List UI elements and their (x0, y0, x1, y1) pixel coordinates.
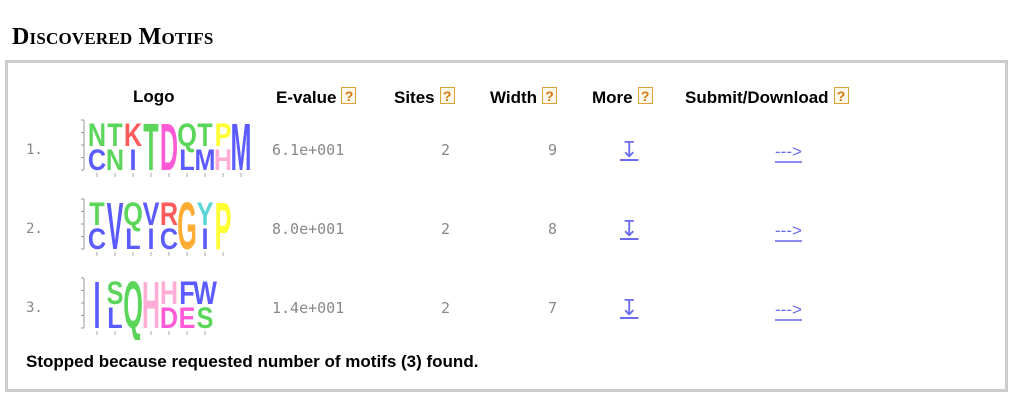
motif-sites: 2 (441, 141, 451, 159)
header-width-label: Width (490, 88, 538, 107)
sequence-logo[interactable]: ISLQHHDFEWS (68, 267, 252, 343)
status-message: Stopped because requested number of moti… (26, 352, 479, 371)
logo-letter: T (143, 118, 159, 182)
sequence-logo[interactable]: TCVQLVIRCGYIP (68, 188, 252, 264)
motif-sites: 2 (441, 299, 451, 317)
motif-width: 9 (548, 141, 558, 159)
logo-letter: H (214, 143, 232, 176)
logo-letter: M (195, 143, 216, 176)
logo-letter: G (177, 197, 197, 261)
more-details-link[interactable]: ↧ (620, 297, 638, 319)
motif-sites: 2 (441, 220, 451, 238)
motif-evalue: 8.0e+001 (272, 220, 345, 238)
section-title: Discovered Motifs (12, 24, 214, 50)
logo-letter: V (107, 197, 124, 261)
header-width: Width? (490, 87, 558, 108)
logo-letter: N (106, 143, 124, 176)
header-evalue-label: E-value (276, 88, 337, 107)
logo-letter: P (215, 197, 232, 261)
sequence-logo-graphic: TC V QLVIRC G YI P (81, 188, 232, 264)
logo-letter: D (160, 118, 178, 182)
logo-letter: I (130, 143, 137, 176)
header-logo-label: Logo (133, 87, 175, 106)
motif-number: 2. (26, 221, 43, 237)
header-submit: Submit/Download? (685, 87, 849, 108)
logo-letter: H (142, 276, 160, 340)
submit-download-link[interactable]: ---> (775, 301, 802, 321)
motif-width: 8 (548, 220, 558, 238)
submit-download-link[interactable]: ---> (775, 222, 802, 242)
help-icon[interactable]: ? (542, 87, 558, 104)
motif-evalue: 6.1e+001 (272, 141, 345, 159)
sequence-logo[interactable]: NCTNKITDQLTMPHM (68, 109, 252, 185)
logo-letter: S (197, 301, 214, 334)
more-details-link[interactable]: ↧ (620, 139, 638, 161)
more-details-link[interactable]: ↧ (620, 218, 638, 240)
logo-letter: I (148, 222, 155, 255)
logo-letter: I (93, 276, 100, 340)
submit-download-link[interactable]: ---> (775, 143, 802, 163)
help-icon[interactable]: ? (637, 87, 653, 104)
logo-letter: C (160, 222, 178, 255)
help-icon[interactable]: ? (341, 87, 357, 104)
logo-letter: M (231, 118, 252, 182)
sequence-logo-graphic: I SL Q H HDFEWS (81, 267, 218, 343)
header-evalue: E-value? (276, 87, 357, 108)
header-sites-label: Sites (394, 88, 435, 107)
motif-evalue: 1.4e+001 (272, 299, 345, 317)
sequence-logo-graphic: NCTNKI T D QLTMPHM (81, 109, 252, 185)
header-more: More? (592, 87, 653, 108)
logo-letter: C (88, 143, 106, 176)
help-icon[interactable]: ? (833, 87, 849, 104)
header-submit-label: Submit/Download (685, 88, 829, 107)
header-logo: Logo (133, 87, 175, 107)
motif-number: 1. (26, 142, 43, 158)
logo-letter: Q (123, 276, 143, 340)
logo-letter: C (88, 222, 106, 255)
logo-letter: I (202, 222, 209, 255)
header-sites: Sites? (394, 87, 455, 108)
motif-width: 7 (548, 299, 558, 317)
logo-letter: L (125, 222, 140, 255)
header-more-label: More (592, 88, 633, 107)
logo-letter: L (107, 301, 122, 334)
logo-letter: L (179, 143, 194, 176)
logo-letter: D (160, 301, 178, 334)
motif-number: 3. (26, 300, 43, 316)
help-icon[interactable]: ? (439, 87, 455, 104)
